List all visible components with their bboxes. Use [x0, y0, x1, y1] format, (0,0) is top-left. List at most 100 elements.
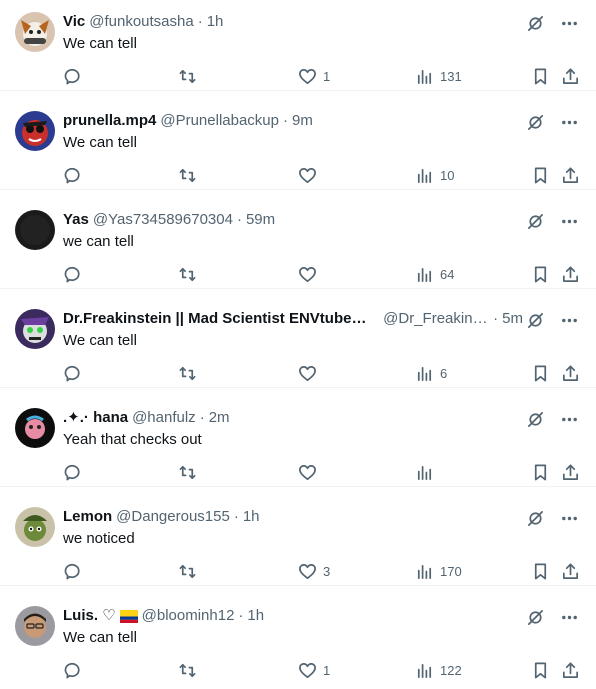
reply-text: we noticed [63, 530, 135, 547]
more-icon[interactable] [558, 309, 580, 331]
display-name[interactable]: Vic [63, 12, 85, 32]
bookmark-button[interactable] [531, 561, 550, 581]
bookmark-button[interactable] [531, 363, 550, 383]
display-name[interactable]: Lemon [63, 507, 112, 527]
reply-item[interactable]: Dr.Freakinstein || Mad Scientist ENVtube… [0, 289, 596, 388]
avatar[interactable] [15, 606, 55, 646]
bookmark-button[interactable] [531, 660, 550, 680]
more-icon[interactable] [558, 606, 580, 628]
share-button[interactable] [561, 462, 580, 482]
display-name[interactable]: Yas [63, 210, 89, 230]
replies-timeline: Vic @funkoutsasha · 1h We can tell 1 131… [0, 0, 596, 685]
timestamp[interactable]: 2m [209, 408, 230, 428]
reply-button[interactable] [63, 165, 82, 185]
avatar[interactable] [15, 309, 55, 349]
reply-button[interactable] [63, 363, 82, 383]
grok-icon[interactable] [524, 12, 546, 34]
retweet-button[interactable] [178, 561, 197, 581]
avatar[interactable] [15, 12, 55, 52]
timestamp[interactable]: 9m [292, 111, 313, 131]
more-icon[interactable] [558, 408, 580, 430]
grok-icon[interactable] [524, 606, 546, 628]
views-button[interactable] [415, 462, 440, 482]
display-name[interactable]: Luis. ♡ [63, 606, 116, 626]
bookmark-icon [534, 464, 547, 480]
share-button[interactable] [561, 66, 580, 86]
bookmark-button[interactable] [531, 66, 550, 86]
reply-button[interactable] [63, 462, 82, 482]
timestamp[interactable]: 59m [246, 210, 275, 230]
reply-item[interactable]: prunella.mp4 @Prunellabackup · 9m We can… [0, 91, 596, 190]
views-button[interactable]: 131 [415, 66, 462, 86]
retweet-button[interactable] [178, 363, 197, 383]
reply-item[interactable]: Lemon @Dangerous155 · 1h we noticed 3 17… [0, 487, 596, 586]
retweet-button[interactable] [178, 462, 197, 482]
views-button[interactable]: 122 [415, 660, 462, 680]
timestamp[interactable]: 5m [502, 309, 523, 329]
reply-item[interactable]: Vic @funkoutsasha · 1h We can tell 1 131 [0, 0, 596, 91]
share-button[interactable] [561, 165, 580, 185]
timestamp[interactable]: 1h [207, 12, 224, 32]
avatar[interactable] [15, 408, 55, 448]
share-button[interactable] [561, 660, 580, 680]
views-button[interactable]: 6 [415, 363, 447, 383]
grok-icon[interactable] [524, 507, 546, 529]
like-count: 1 [323, 68, 331, 84]
user-handle[interactable]: @bloominh12 [142, 606, 235, 626]
like-button[interactable]: 1 [298, 66, 330, 86]
reply-icon [64, 464, 80, 480]
separator-dot: · [283, 112, 288, 129]
grok-icon[interactable] [524, 309, 546, 331]
share-button[interactable] [561, 264, 580, 284]
reply-action-bar [63, 462, 583, 482]
display-name[interactable]: .✦.· hana [63, 408, 128, 428]
user-handle[interactable]: @Dangerous155 [116, 507, 230, 527]
grok-icon[interactable] [524, 408, 546, 430]
avatar[interactable] [15, 507, 55, 547]
user-handle[interactable]: @Prunellabackup [160, 111, 279, 131]
bookmark-button[interactable] [531, 165, 550, 185]
more-icon[interactable] [558, 111, 580, 133]
avatar[interactable] [15, 111, 55, 151]
like-button[interactable]: 3 [298, 561, 330, 581]
like-button[interactable] [298, 363, 323, 383]
grok-icon[interactable] [524, 111, 546, 133]
like-button[interactable]: 1 [298, 660, 330, 680]
views-button[interactable]: 10 [415, 165, 454, 185]
user-handle[interactable]: @Yas734589670304 [93, 210, 233, 230]
user-handle[interactable]: @funkoutsasha [89, 12, 193, 32]
retweet-button[interactable] [178, 165, 197, 185]
user-handle[interactable]: @Dr_Freakinstein [383, 309, 489, 329]
like-button[interactable] [298, 165, 323, 185]
user-handle[interactable]: @hanfulz [132, 408, 196, 428]
like-button[interactable] [298, 264, 323, 284]
reply-button[interactable] [63, 561, 82, 581]
views-button[interactable]: 170 [415, 561, 462, 581]
reply-item[interactable]: .✦.· hana @hanfulz · 2m Yeah that checks… [0, 388, 596, 487]
reply-item[interactable]: Yas @Yas734589670304 · 59m we can tell 6… [0, 190, 596, 289]
retweet-button[interactable] [178, 264, 197, 284]
reply-button[interactable] [63, 66, 82, 86]
reply-action-bar: 6 [63, 363, 583, 383]
reply-button[interactable] [63, 264, 82, 284]
more-icon[interactable] [558, 210, 580, 232]
more-icon[interactable] [558, 507, 580, 529]
reply-item[interactable]: Luis. ♡ @bloominh12 · 1h We can tell 1 1… [0, 586, 596, 685]
display-name[interactable]: Dr.Freakinstein || Mad Scientist ENVtube… [63, 309, 371, 329]
retweet-button[interactable] [178, 66, 197, 86]
grok-icon[interactable] [524, 210, 546, 232]
avatar[interactable] [15, 210, 55, 250]
bookmark-button[interactable] [531, 462, 550, 482]
bookmark-button[interactable] [531, 264, 550, 284]
timestamp[interactable]: 1h [247, 606, 264, 626]
reply-button[interactable] [63, 660, 82, 680]
share-button[interactable] [561, 363, 580, 383]
like-button[interactable] [298, 462, 323, 482]
retweet-button[interactable] [178, 660, 197, 680]
retweet-icon [179, 267, 196, 281]
timestamp[interactable]: 1h [243, 507, 260, 527]
more-icon[interactable] [558, 12, 580, 34]
views-button[interactable]: 64 [415, 264, 454, 284]
display-name[interactable]: prunella.mp4 [63, 111, 156, 131]
share-button[interactable] [561, 561, 580, 581]
